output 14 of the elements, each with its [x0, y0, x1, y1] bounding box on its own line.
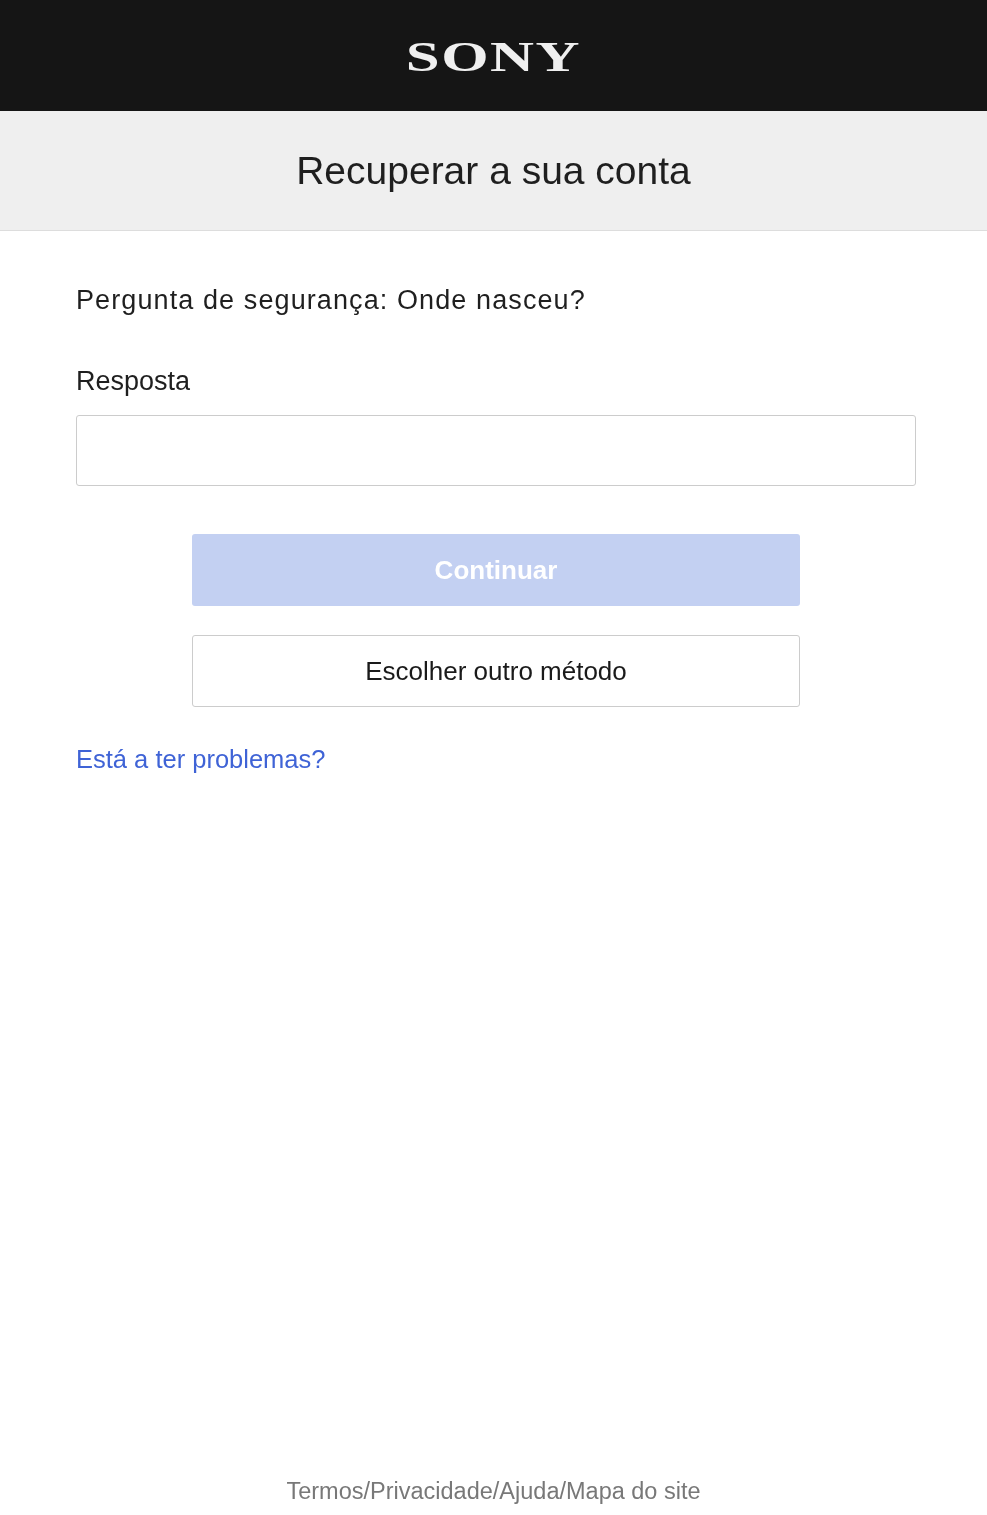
separator: / — [559, 1477, 566, 1505]
help-link[interactable]: Está a ter problemas? — [76, 743, 326, 775]
field-label: Resposta — [76, 365, 191, 398]
logo: SONY — [406, 35, 581, 78]
page-title: Recuperar a sua conta — [296, 148, 691, 193]
answer-field[interactable] — [76, 415, 916, 486]
security-question: Pergunta de segurança: Onde nasceu? — [76, 284, 586, 317]
footer-link[interactable]: Privacidade — [370, 1477, 493, 1505]
other-method-button[interactable]: Escolher outro método — [192, 635, 800, 707]
footer-link[interactable]: Mapa do site — [566, 1477, 701, 1505]
footer-link[interactable]: Ajuda — [499, 1477, 560, 1505]
separator: / — [492, 1477, 500, 1505]
footer-link[interactable]: Termos — [286, 1477, 364, 1505]
separator: / — [363, 1477, 370, 1505]
